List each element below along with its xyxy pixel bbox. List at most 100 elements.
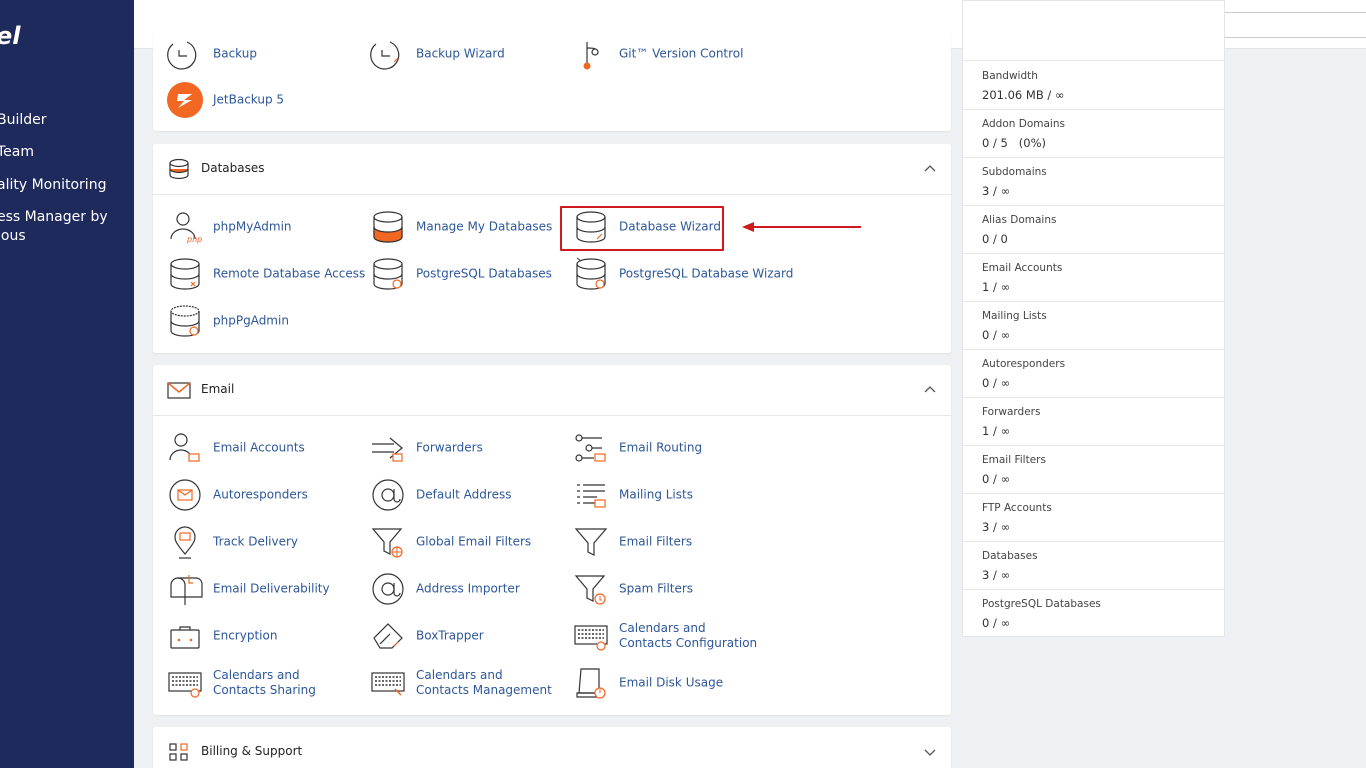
database-icon xyxy=(169,158,189,180)
track-delivery-link[interactable]: Track Delivery xyxy=(167,524,357,560)
email-deliverability-label: Email Deliverability xyxy=(213,581,330,596)
backup-wizard-link[interactable]: Backup Wizard xyxy=(370,36,560,72)
mailing-lists-link[interactable]: Mailing Lists xyxy=(573,477,763,513)
location-pin-icon xyxy=(174,526,196,559)
phpmyadmin-icon: php xyxy=(170,212,202,244)
chevron-up-icon[interactable] xyxy=(923,383,937,397)
calendar-keyboard-icon xyxy=(574,625,608,651)
calendars-contacts-sharing-link[interactable]: Calendars and Contacts Sharing xyxy=(167,665,357,701)
postgresql-databases-link[interactable]: PostgreSQL Databases xyxy=(370,256,560,292)
svg-text:php: php xyxy=(186,235,202,244)
stat-alias-domains: Alias Domains 0 / 0 xyxy=(963,206,1224,254)
jetbackup-link[interactable]: JetBackup 5 xyxy=(167,82,357,118)
git-version-control-label: Git™ Version Control xyxy=(619,46,744,61)
encryption-link[interactable]: Encryption xyxy=(167,618,357,654)
sidebar-item-builder[interactable]: Builder xyxy=(0,111,47,130)
stat-value: 0 / ∞ xyxy=(982,376,1011,390)
databases-panel-header[interactable]: Databases xyxy=(153,144,951,195)
phppgadmin-link[interactable]: phpPgAdmin xyxy=(167,303,357,339)
sidebar-item-quality-monitoring[interactable]: ality Monitoring xyxy=(0,176,106,195)
postgresql-icon xyxy=(373,258,403,290)
postgresql-database-wizard-link[interactable]: PostgreSQL Database Wizard xyxy=(573,256,793,292)
stat-databases: Databases 3 / ∞ xyxy=(963,542,1224,590)
calendars-contacts-configuration-link[interactable]: Calendars and Contacts Configuration xyxy=(573,618,773,654)
backup-wizard-icon xyxy=(370,41,400,70)
chevron-down-icon[interactable] xyxy=(923,745,937,759)
stat-value: 1 / ∞ xyxy=(982,424,1011,438)
backup-wizard-label: Backup Wizard xyxy=(416,46,505,61)
phpmyadmin-link[interactable]: php phpMyAdmin xyxy=(167,209,357,245)
spam-filters-link[interactable]: Spam Filters xyxy=(573,571,763,607)
email-panel-header[interactable]: Email xyxy=(153,365,951,416)
stat-value: 3 / ∞ xyxy=(982,520,1011,534)
email-panel: Email Email Accounts Forwarders Email Ro… xyxy=(153,365,951,715)
email-deliverability-link[interactable]: Email Deliverability xyxy=(167,571,357,607)
autoresponders-icon xyxy=(169,479,201,511)
stat-email-accounts: Email Accounts 1 / ∞ xyxy=(963,254,1224,302)
boxtrapper-label: BoxTrapper xyxy=(416,628,484,643)
calendars-contacts-management-link[interactable]: Calendars and Contacts Management xyxy=(370,665,560,701)
stat-label: Email Accounts xyxy=(982,262,1063,274)
databases-panel-title: Databases xyxy=(201,161,265,175)
email-filters-link[interactable]: Email Filters xyxy=(573,524,763,560)
sidebar-item-access-manager[interactable]: ess Manager by lous xyxy=(0,208,108,246)
address-importer-icon xyxy=(372,573,404,605)
email-routing-link[interactable]: Email Routing xyxy=(573,430,763,466)
spam-filter-icon xyxy=(574,575,606,605)
stat-postgresql-databases: PostgreSQL Databases 0 / ∞ xyxy=(963,590,1224,638)
stat-ftp-accounts: FTP Accounts 3 / ∞ xyxy=(963,494,1224,542)
git-version-control-link[interactable]: Git™ Version Control xyxy=(573,36,773,72)
boxtrapper-link[interactable]: BoxTrapper xyxy=(370,618,560,654)
remote-database-access-link[interactable]: Remote Database Access xyxy=(167,256,367,292)
grid-icon xyxy=(169,743,188,761)
stat-label: FTP Accounts xyxy=(982,502,1052,514)
encryption-label: Encryption xyxy=(213,628,278,643)
default-address-link[interactable]: Default Address xyxy=(370,477,560,513)
phpmyadmin-label: phpMyAdmin xyxy=(213,219,292,234)
stat-mailing-lists: Mailing Lists 0 / ∞ xyxy=(963,302,1224,350)
cpanel-logo: el xyxy=(0,22,21,50)
chevron-up-icon[interactable] xyxy=(923,162,937,176)
forwarders-link[interactable]: Forwarders xyxy=(370,430,560,466)
email-disk-usage-link[interactable]: Email Disk Usage xyxy=(573,665,763,701)
encryption-icon xyxy=(170,626,200,649)
phppgadmin-label: phpPgAdmin xyxy=(213,313,289,328)
email-accounts-link[interactable]: Email Accounts xyxy=(167,430,357,466)
sidebar: el Builder Team ality Monitoring ess Man… xyxy=(0,0,134,768)
forwarders-icon xyxy=(372,437,403,462)
stat-addon-domains: Addon Domains 0 / 5 (0%) xyxy=(963,110,1224,158)
stat-value: 0 / 0 xyxy=(982,232,1008,246)
stat-value: 3 / ∞ xyxy=(982,184,1011,198)
stat-label: Databases xyxy=(982,550,1038,562)
git-icon xyxy=(583,42,599,70)
stat-value: 201.06 MB / ∞ xyxy=(982,88,1065,102)
sidebar-item-team[interactable]: Team xyxy=(0,143,34,162)
billing-support-panel-title: Billing & Support xyxy=(201,744,303,758)
sidebar-item-label: lous xyxy=(0,228,26,244)
autoresponders-link[interactable]: Autoresponders xyxy=(167,477,357,513)
stat-email-filters: Email Filters 0 / ∞ xyxy=(963,446,1224,494)
calendars-contacts-sharing-label: Calendars and Contacts Sharing xyxy=(213,668,316,697)
jetbackup-label: JetBackup 5 xyxy=(213,92,285,107)
manage-my-databases-link[interactable]: Manage My Databases xyxy=(370,209,560,245)
databases-panel: Databases php phpMyAdmin Manage My Datab… xyxy=(153,144,951,353)
stat-row-partial xyxy=(963,13,1224,61)
email-accounts-icon xyxy=(169,433,200,462)
email-disk-usage-label: Email Disk Usage xyxy=(619,675,724,690)
remote-database-icon xyxy=(170,258,200,290)
phppgadmin-icon xyxy=(170,305,200,337)
stat-forwarders: Forwarders 1 / ∞ xyxy=(963,398,1224,446)
address-importer-link[interactable]: Address Importer xyxy=(370,571,560,607)
sidebar-item-label: ess Manager by xyxy=(0,209,108,225)
stat-value: 3 / ∞ xyxy=(982,568,1011,582)
email-panel-title: Email xyxy=(201,382,235,396)
calendar-management-icon xyxy=(371,672,405,696)
backup-link[interactable]: Backup xyxy=(167,36,357,72)
track-delivery-label: Track Delivery xyxy=(213,534,299,549)
database-wizard-link[interactable]: Database Wizard xyxy=(573,209,763,245)
statistics-panel: Bandwidth 201.06 MB / ∞ Addon Domains 0 … xyxy=(962,0,1225,637)
global-email-filters-link[interactable]: Global Email Filters xyxy=(370,524,560,560)
backup-label: Backup xyxy=(213,46,257,61)
billing-support-panel-header[interactable]: Billing & Support xyxy=(153,727,951,768)
files-panel: Backup Backup Wizard Git™ Version Contro… xyxy=(153,30,951,131)
